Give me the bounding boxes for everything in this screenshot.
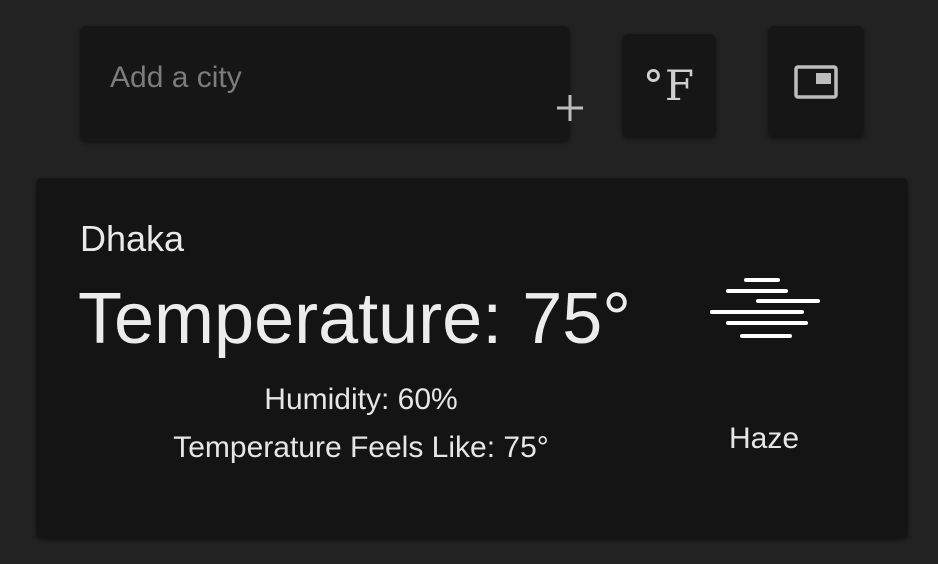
unit-toggle-button[interactable]: °F [622, 34, 716, 137]
city-search-box [80, 26, 583, 141]
temperature-reading: Temperature: 75° [78, 279, 632, 359]
city-name: Dhaka [80, 218, 185, 259]
weather-card: Dhaka Temperature: 75° Humidity: 60% Tem… [36, 178, 908, 538]
city-input[interactable] [110, 56, 450, 100]
add-city-button[interactable] [548, 86, 592, 130]
haze-icon [710, 278, 820, 338]
humidity-reading: Humidity: 60% [264, 383, 458, 416]
unit-label: °F [642, 61, 696, 110]
layout-toggle-button[interactable] [768, 26, 864, 137]
picture-in-picture-icon [794, 64, 838, 99]
feels-like-reading: Temperature Feels Like: 75° [173, 431, 549, 464]
condition-label: Haze [728, 422, 800, 455]
plus-icon [557, 95, 583, 121]
toolbar: °F [0, 0, 938, 170]
